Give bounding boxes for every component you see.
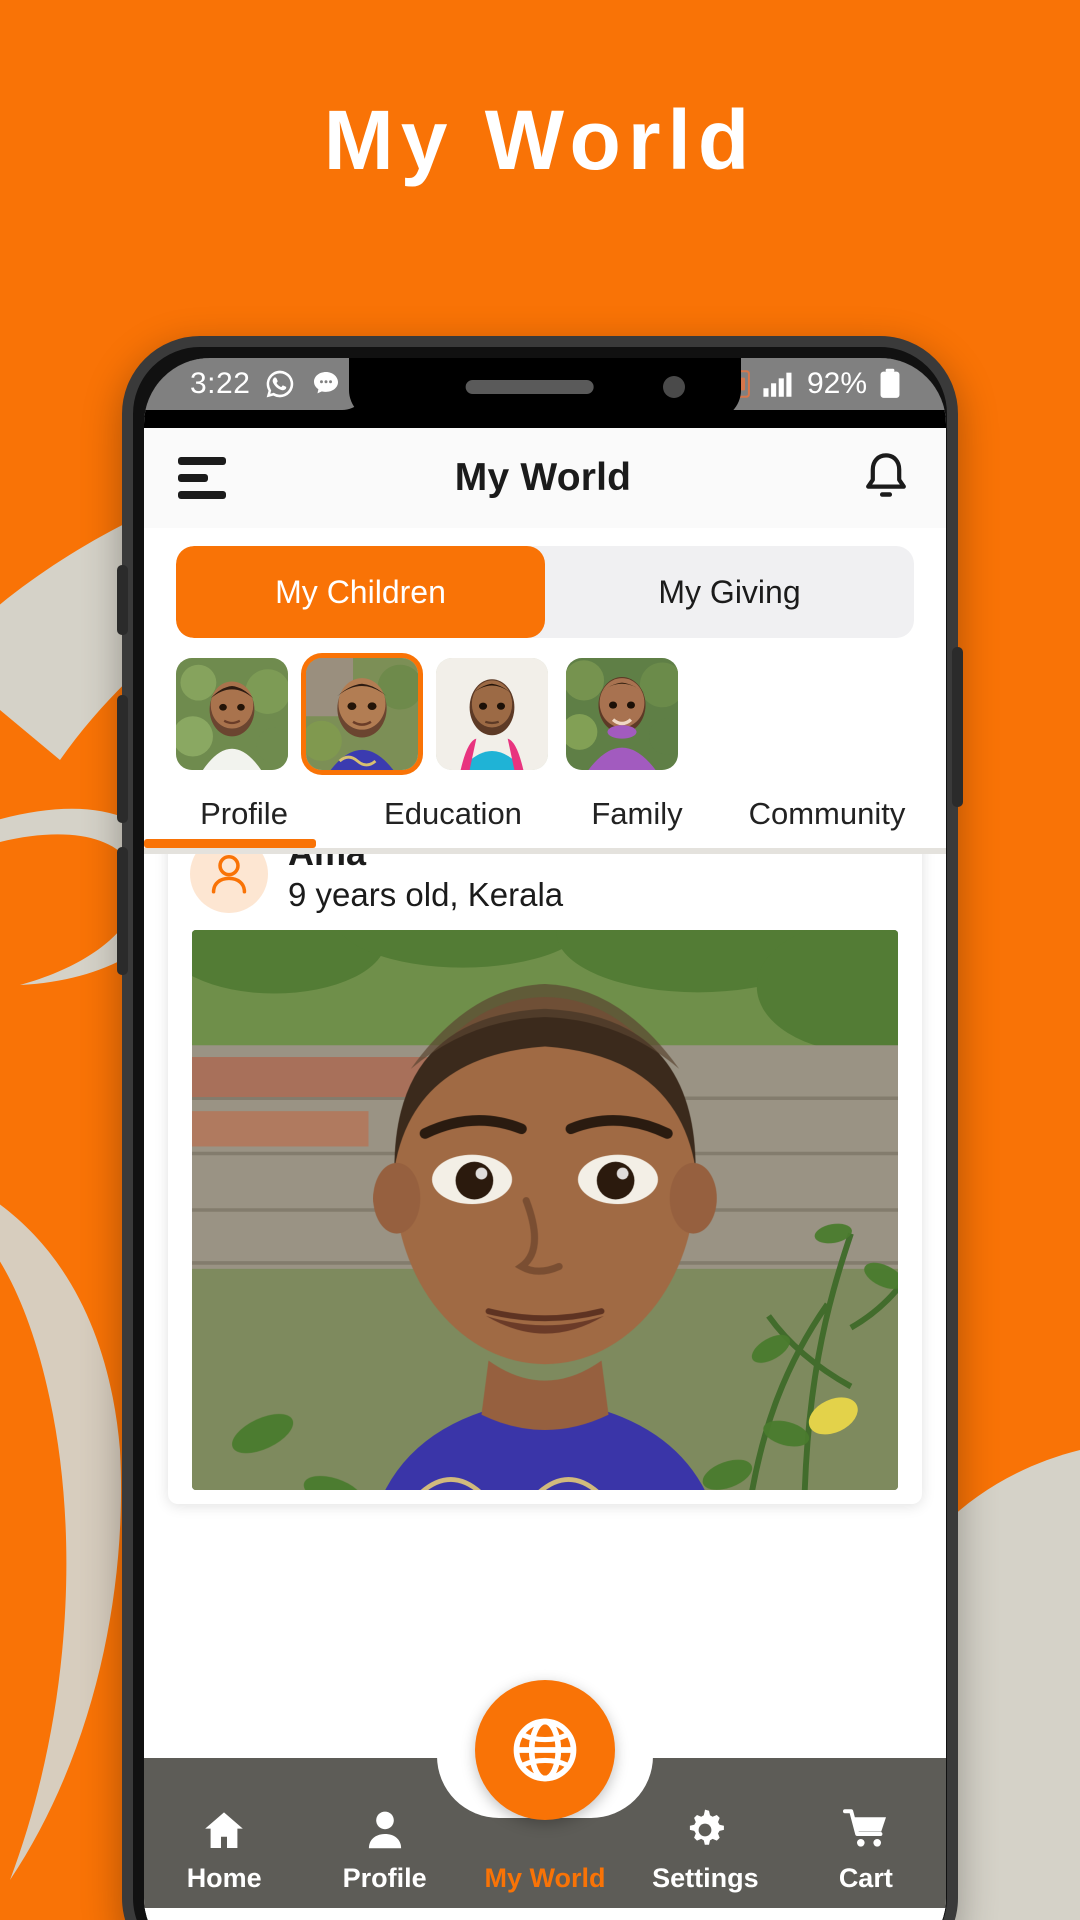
bottom-navigation: Home Profile My World Settings Cart [144, 1680, 946, 1908]
message-bubble-icon [314, 372, 339, 394]
sub-tab-profile[interactable]: Profile [144, 796, 344, 848]
nav-item-cart[interactable]: Cart [786, 1802, 946, 1894]
battery-icon [880, 368, 900, 398]
battery-percentage: 92% [806, 367, 867, 400]
child-thumbnail-1[interactable] [176, 658, 288, 770]
android-navigation-bar [144, 1908, 946, 1920]
status-bar-right: 92% [706, 358, 946, 410]
segmented-control-wrapper: My Children My Giving [144, 528, 946, 644]
person-icon [211, 854, 247, 894]
children-thumbnail-list [144, 644, 946, 778]
signal-bars-icon [763, 372, 792, 397]
child-thumbnail-2[interactable] [306, 658, 418, 770]
sub-tab-community[interactable]: Community [712, 796, 942, 848]
nav-item-my-world[interactable]: My World [465, 1802, 625, 1894]
app-title: My World [454, 456, 632, 499]
phone-mockup: 3:22 92% My World My Children My Giving … [117, 336, 963, 1920]
tab-my-children[interactable]: My Children [176, 546, 545, 638]
phone-volume-down-button [117, 847, 128, 975]
child-age-location: 9 years old, Kerala [288, 875, 564, 913]
nav-label-profile: Profile [342, 1863, 427, 1893]
profile-card-header: Ama 9 years old, Kerala [168, 854, 922, 930]
person-icon [362, 1802, 408, 1854]
nav-label-home: Home [186, 1863, 262, 1893]
child-name: Ama [288, 854, 563, 872]
profile-card-area: Ama 9 years old, Kerala [144, 854, 946, 1614]
page-title: My World [323, 93, 757, 187]
hamburger-menu-icon[interactable] [178, 457, 226, 499]
profile-card: Ama 9 years old, Kerala [168, 854, 922, 1504]
segmented-control: My Children My Giving [176, 546, 914, 638]
nav-label-cart: Cart [838, 1863, 893, 1893]
front-camera [663, 376, 685, 398]
status-bar: 3:22 92% [144, 358, 946, 428]
nav-item-settings[interactable]: Settings [625, 1802, 785, 1894]
nav-label-my-world: My World [484, 1863, 606, 1893]
nav-label-settings: Settings [652, 1863, 759, 1893]
child-hero-photo [192, 929, 898, 1490]
earpiece-speaker [465, 380, 594, 394]
child-thumbnail-3[interactable] [436, 658, 548, 770]
phone-mute-button [117, 565, 128, 635]
phone-volume-up-button [117, 695, 128, 823]
phone-screen: 3:22 92% My World My Children My Giving … [144, 358, 946, 1920]
cart-icon [840, 1802, 892, 1854]
nav-item-profile[interactable]: Profile [304, 1802, 464, 1894]
avatar [190, 854, 268, 913]
whatsapp-icon [267, 370, 294, 398]
my-world-icon-spacer [507, 1802, 583, 1854]
tab-my-giving[interactable]: My Giving [545, 546, 914, 638]
status-bar-left: 3:22 [144, 358, 369, 410]
profile-sub-tabs: Profile Education Family Community [144, 778, 946, 848]
nav-item-home[interactable]: Home [144, 1802, 304, 1894]
sub-tab-family[interactable]: Family [562, 796, 712, 848]
profile-card-text: Ama 9 years old, Kerala [288, 854, 563, 914]
bottom-nav-items: Home Profile My World Settings Cart [144, 1758, 946, 1908]
app-header: My World [144, 428, 946, 528]
sub-tab-education[interactable]: Education [344, 796, 562, 848]
status-time: 3:22 [190, 367, 251, 400]
phone-power-button [952, 647, 963, 807]
home-icon [199, 1802, 249, 1854]
gear-icon [681, 1802, 729, 1854]
child-thumbnail-4[interactable] [566, 658, 678, 770]
bell-icon[interactable] [860, 449, 912, 507]
